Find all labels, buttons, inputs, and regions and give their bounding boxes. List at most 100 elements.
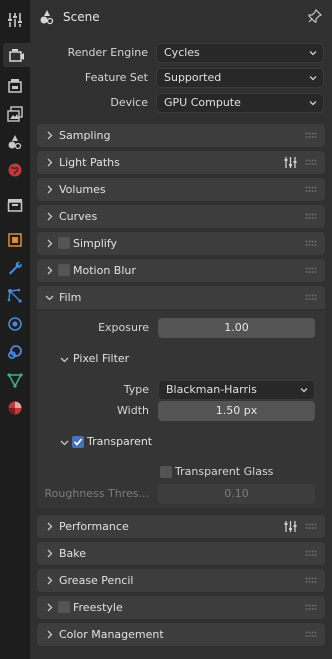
drag-handle-icon[interactable] <box>305 159 317 166</box>
device-row: Device <box>30 93 148 113</box>
render-engine-value: Cycles <box>164 46 200 59</box>
presets-icon[interactable] <box>284 156 297 169</box>
device-label: Device <box>110 96 148 109</box>
feature-set-value: Supported <box>164 71 222 84</box>
tab-physics[interactable] <box>3 312 27 336</box>
properties-tab-strip <box>0 0 30 659</box>
collection-icon <box>7 199 23 212</box>
panel-title: Color Management <box>59 628 164 641</box>
exposure-field[interactable]: 1.00 <box>158 318 315 338</box>
tab-render[interactable] <box>3 43 30 67</box>
chevron-right-icon <box>47 549 53 558</box>
exposure-label: Exposure <box>98 321 149 334</box>
roughness-threshold-label: Roughness Thres... <box>44 487 149 500</box>
tab-particles[interactable] <box>3 284 27 308</box>
constraints-icon <box>8 345 22 359</box>
chevron-right-icon <box>47 212 53 221</box>
feature-set-label: Feature Set <box>84 71 148 84</box>
subpanel-pixel-filter[interactable]: Pixel Filter <box>60 349 260 369</box>
drag-handle-icon[interactable] <box>305 132 317 139</box>
presets-icon[interactable] <box>284 520 297 533</box>
chevron-down-icon <box>60 440 69 446</box>
properties-editor: Scene Render Engine Cycles Feature Set S… <box>30 0 332 659</box>
tab-scene[interactable] <box>3 130 27 154</box>
physics-icon <box>8 317 22 331</box>
transparent-checkbox[interactable] <box>72 436 84 448</box>
drag-handle-icon[interactable] <box>305 213 317 220</box>
panel-motion-blur[interactable]: Motion Blur <box>37 259 325 282</box>
render-engine-label: Render Engine <box>67 46 148 59</box>
tab-constraints[interactable] <box>3 340 27 364</box>
panel-freestyle[interactable]: Freestyle <box>37 596 325 619</box>
panel-title: Freestyle <box>73 601 123 614</box>
tab-view-layer[interactable] <box>3 102 27 126</box>
panel-title: Volumes <box>59 183 106 196</box>
tab-modifier[interactable] <box>3 256 27 280</box>
drag-handle-icon[interactable] <box>305 550 317 557</box>
panel-title: Sampling <box>59 129 111 142</box>
context-header: Scene <box>30 0 332 34</box>
freestyle-checkbox[interactable] <box>58 601 70 613</box>
panel-title: Performance <box>59 520 129 533</box>
panel-simplify[interactable]: Simplify <box>37 232 325 255</box>
view-layer-icon <box>7 106 23 122</box>
panel-bake[interactable]: Bake <box>37 542 325 565</box>
feature-set-dropdown[interactable]: Supported <box>156 68 324 88</box>
simplify-checkbox[interactable] <box>58 237 70 249</box>
panel-sampling[interactable]: Sampling <box>37 124 325 147</box>
drag-handle-icon[interactable] <box>305 631 317 638</box>
checkmark-icon <box>73 438 83 446</box>
device-dropdown[interactable]: GPU Compute <box>156 93 324 113</box>
panel-volumes[interactable]: Volumes <box>37 178 325 201</box>
tab-world[interactable] <box>3 158 27 182</box>
tab-output[interactable] <box>3 74 27 98</box>
chevron-right-icon <box>47 522 53 531</box>
drag-handle-icon[interactable] <box>305 577 317 584</box>
data-icon <box>7 373 23 388</box>
pin-icon[interactable] <box>308 9 322 23</box>
chevron-right-icon <box>47 131 53 140</box>
filter-type-dropdown[interactable]: Blackman-Harris <box>158 380 315 400</box>
panel-color-management[interactable]: Color Management <box>37 623 325 646</box>
transparent-glass-checkbox[interactable] <box>160 466 172 478</box>
modifier-icon <box>9 261 22 275</box>
drag-handle-icon[interactable] <box>305 523 317 530</box>
panel-title: Curves <box>59 210 98 223</box>
filter-width-field[interactable]: 1.50 px <box>158 401 315 421</box>
object-icon <box>8 233 22 247</box>
panel-grease-pencil[interactable]: Grease Pencil <box>37 569 325 592</box>
filter-type-value: Blackman-Harris <box>166 383 257 396</box>
tab-tool[interactable] <box>3 8 27 32</box>
tab-object[interactable] <box>3 228 27 252</box>
tab-material[interactable] <box>3 396 27 420</box>
tool-icon <box>8 13 22 27</box>
panel-performance[interactable]: Performance <box>37 515 325 538</box>
render-engine-dropdown[interactable]: Cycles <box>156 43 324 63</box>
tab-collection[interactable] <box>3 193 27 217</box>
panel-light-paths[interactable]: Light Paths <box>37 151 325 174</box>
render-engine-row: Render Engine <box>30 43 148 63</box>
subpanel-transparent[interactable]: Transparent <box>60 432 260 452</box>
drag-handle-icon[interactable] <box>305 294 317 301</box>
render-icon <box>8 49 24 62</box>
drag-handle-icon[interactable] <box>305 186 317 193</box>
scene-icon <box>8 135 22 150</box>
chevron-right-icon <box>47 266 53 275</box>
drag-handle-icon[interactable] <box>305 604 317 611</box>
chevron-right-icon <box>47 603 53 612</box>
feature-set-row: Feature Set <box>30 68 148 88</box>
roughness-threshold-row: Roughness Thres... <box>30 484 149 504</box>
chevron-down-icon <box>60 357 69 363</box>
drag-handle-icon[interactable] <box>305 240 317 247</box>
tab-data[interactable] <box>3 368 27 392</box>
panel-curves[interactable]: Curves <box>37 205 325 228</box>
panel-film[interactable]: Film <box>37 286 325 309</box>
chevron-right-icon <box>47 158 53 167</box>
transparent-glass-label: Transparent Glass <box>175 465 274 478</box>
drag-handle-icon[interactable] <box>305 267 317 274</box>
motion-blur-checkbox[interactable] <box>58 264 70 276</box>
chevron-down-icon <box>309 51 317 56</box>
panel-title: Simplify <box>73 237 118 250</box>
roughness-threshold-field[interactable]: 0.10 <box>158 484 315 504</box>
particles-icon <box>7 288 22 303</box>
